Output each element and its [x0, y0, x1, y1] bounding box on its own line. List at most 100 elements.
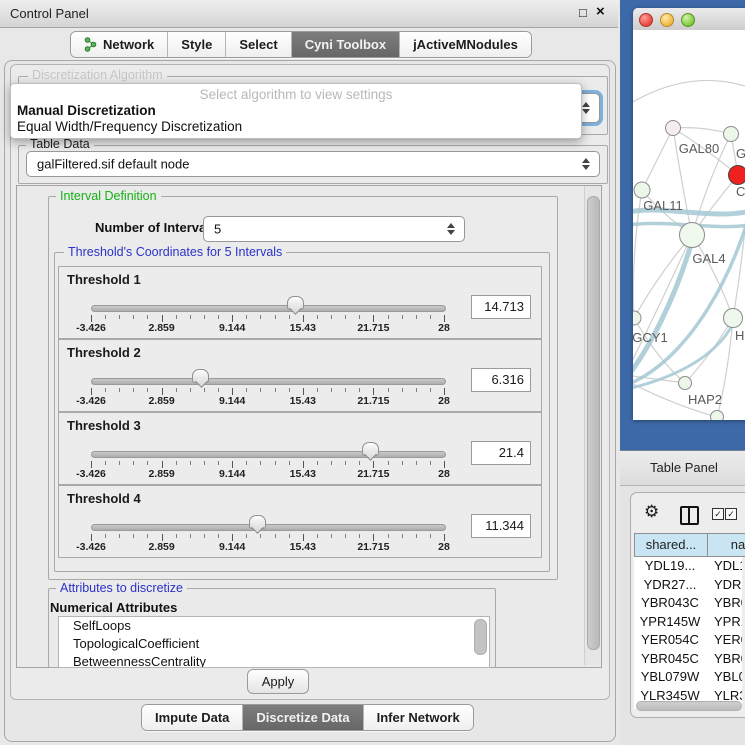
table-row[interactable]: YPR145WYPR1 [634, 613, 742, 632]
list-item[interactable]: SelfLoops [59, 617, 489, 635]
right-panel: GAL80GACGAL11GAL4GCY1HHAP2 Table Panel ⚙… [620, 0, 745, 745]
table-cell[interactable]: YER0 [706, 631, 742, 650]
slider-thumb[interactable] [287, 296, 304, 310]
slider-tick [218, 315, 219, 319]
table-data-combobox[interactable]: galFiltered.sif default node [26, 151, 600, 177]
checkbox-icon[interactable]: ✓ [725, 508, 737, 520]
tab-jactivemnodules[interactable]: jActiveMNodules [400, 32, 531, 57]
network-edge[interactable] [642, 128, 673, 190]
slider-tick-label: 2.859 [148, 395, 174, 407]
slider-track[interactable] [91, 451, 446, 458]
slider-tick [119, 388, 120, 392]
table-row[interactable]: YDL19...YDL1 [634, 557, 742, 576]
zoom-traffic-light-icon[interactable] [681, 13, 695, 27]
network-canvas[interactable]: GAL80GACGAL11GAL4GCY1HHAP2 [633, 30, 745, 420]
table-cell[interactable]: YDL19... [634, 557, 706, 576]
threshold-value-field[interactable]: 14.713 [471, 295, 531, 319]
slider-tick-label: 15.43 [290, 322, 316, 334]
slider-tick [359, 315, 360, 319]
table-row[interactable]: YBR043CYBR0 [634, 594, 742, 613]
tab-impute-data[interactable]: Impute Data [142, 705, 243, 730]
threshold-value-field[interactable]: 11.344 [471, 514, 531, 538]
network-edge[interactable] [633, 80, 745, 108]
number-of-intervals-combobox[interactable]: 5 [203, 216, 465, 242]
gear-icon[interactable]: ⚙ [644, 502, 659, 522]
table-cell[interactable]: YPR1 [706, 613, 742, 632]
checkbox-icon[interactable]: ✓ [712, 508, 724, 520]
close-icon[interactable]: × [596, 3, 605, 20]
slider-tick-label: 9.144 [219, 322, 245, 334]
threshold-value-field[interactable]: 21.4 [471, 441, 531, 465]
table-row[interactable]: YER054CYER0 [634, 631, 742, 650]
slider-tick-label: 28 [438, 541, 450, 553]
float-window-icon[interactable]: □ [579, 5, 587, 20]
tab-select[interactable]: Select [226, 32, 291, 57]
slider-track[interactable] [91, 305, 446, 312]
table-row[interactable]: YBR045CYBR0 [634, 650, 742, 669]
tab-infer-network[interactable]: Infer Network [364, 705, 473, 730]
tab-style[interactable]: Style [168, 32, 226, 57]
network-node[interactable] [666, 121, 681, 136]
apply-button[interactable]: Apply [247, 669, 309, 694]
network-edge[interactable] [634, 235, 692, 318]
slider-thumb[interactable] [249, 515, 266, 529]
threshold-value-field[interactable]: 6.316 [471, 368, 531, 392]
column-header-shared-name[interactable]: shared... [634, 533, 708, 557]
table-row[interactable]: YDR27...YDR2 [634, 576, 742, 595]
number-of-intervals-label: Number of Intervals [95, 220, 217, 235]
tab-impute-data-label: Impute Data [155, 710, 229, 725]
table-cell[interactable]: YBR0 [706, 650, 742, 669]
tab-style-label: Style [181, 37, 212, 52]
slider-track[interactable] [91, 524, 446, 531]
list-item[interactable]: BetweennessCentrality [59, 653, 489, 668]
network-node[interactable] [711, 411, 724, 421]
attributes-list-scrollbar-thumb[interactable] [474, 619, 487, 655]
slider-thumb[interactable] [362, 442, 379, 456]
network-node[interactable] [729, 166, 745, 185]
slider-tick [289, 388, 290, 392]
dropdown-option-manual[interactable]: Manual Discretization [17, 103, 156, 118]
horizontal-scrollbar-thumb[interactable] [636, 701, 742, 711]
table-cell[interactable]: YBR0 [706, 594, 742, 613]
threshold-panel: Threshold 2 -3.4262.8599.14415.4321.7152… [58, 339, 542, 412]
vertical-scrollbar-thumb[interactable] [587, 196, 600, 650]
slider-tick [162, 388, 163, 395]
slider-tick [345, 388, 346, 392]
table-cell[interactable]: YBL0 [706, 668, 742, 687]
network-node[interactable] [679, 377, 692, 390]
slider-track[interactable] [91, 378, 446, 385]
minimize-traffic-light-icon[interactable] [660, 13, 674, 27]
list-item[interactable]: TopologicalCoefficient [59, 635, 489, 653]
tab-discretize-data[interactable]: Discretize Data [243, 705, 363, 730]
network-view-window[interactable]: GAL80GACGAL11GAL4GCY1HHAP2 [633, 8, 745, 420]
table-cell[interactable]: YPR145W [634, 613, 706, 632]
slider-tick [289, 315, 290, 319]
slider-tick [444, 315, 445, 322]
slider-thumb[interactable] [192, 369, 209, 383]
network-node[interactable] [633, 311, 641, 325]
tab-cyni-toolbox[interactable]: Cyni Toolbox [292, 32, 400, 57]
network-node[interactable] [724, 127, 739, 142]
table-cell[interactable]: YBL079W [634, 668, 706, 687]
table-cell[interactable]: YDR2 [706, 576, 742, 595]
column-header-name[interactable]: na [707, 533, 745, 557]
network-node[interactable] [634, 182, 650, 198]
network-window-titlebar [633, 8, 745, 31]
table-row[interactable]: YBL079WYBL0 [634, 668, 742, 687]
dropdown-option-equal-width[interactable]: Equal Width/Frequency Discretization [17, 119, 242, 134]
tab-network[interactable]: Network [71, 32, 168, 57]
network-node[interactable] [680, 223, 705, 248]
table-cell[interactable]: YDR27... [634, 576, 706, 595]
slider-tick [232, 461, 233, 468]
slider-tick-label: 21.715 [357, 395, 389, 407]
thresholds-group-title: Threshold's Coordinates for 5 Intervals [64, 246, 286, 259]
network-node[interactable] [724, 309, 743, 328]
table-cell[interactable]: YBR045C [634, 650, 706, 669]
close-traffic-light-icon[interactable] [639, 13, 653, 27]
table-cell[interactable]: YER054C [634, 631, 706, 650]
table-cell[interactable]: YBR043C [634, 594, 706, 613]
split-columns-icon[interactable] [680, 506, 699, 525]
slider-tick-label: 9.144 [219, 541, 245, 553]
table-cell[interactable]: YDL1 [706, 557, 742, 576]
numerical-attributes-list[interactable]: SelfLoopsTopologicalCoefficientBetweenne… [58, 616, 490, 668]
